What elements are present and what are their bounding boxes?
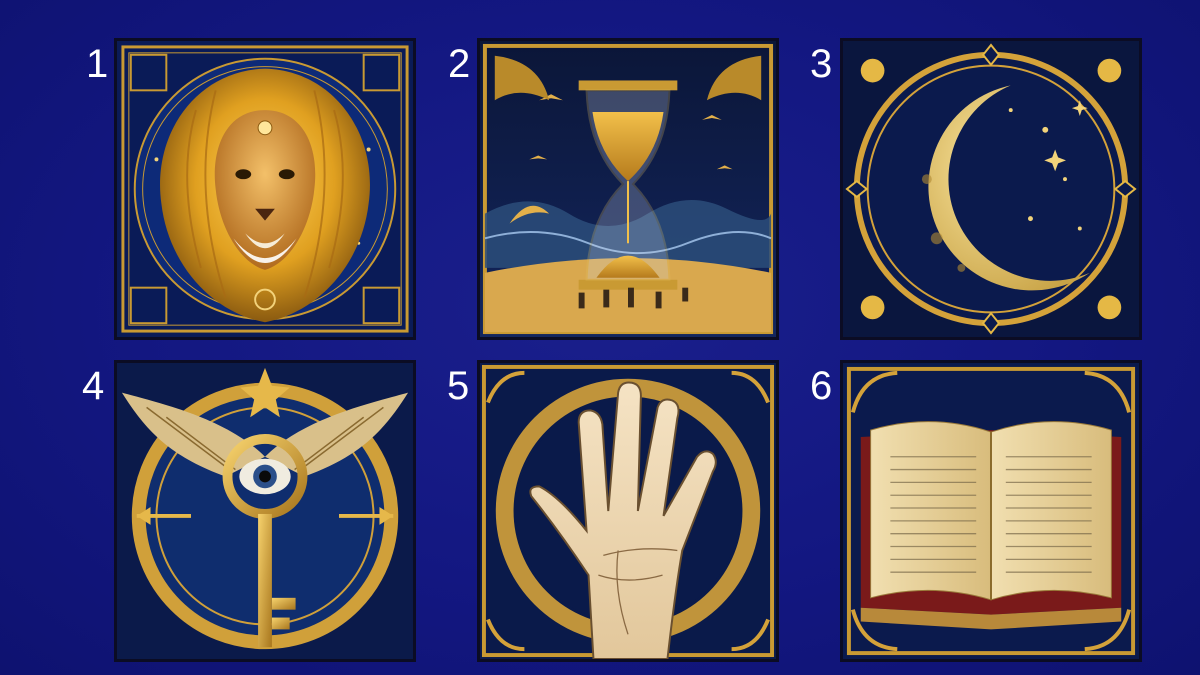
card-number-1: 1 <box>86 42 109 86</box>
card-number-2: 2 <box>448 42 471 86</box>
hand-illustration <box>480 363 776 659</box>
card-number-5: 5 <box>447 364 470 408</box>
hourglass-illustration <box>480 41 776 337</box>
lion-illustration <box>117 41 413 337</box>
card-number-6: 6 <box>810 364 833 408</box>
book-illustration <box>843 363 1139 659</box>
key-illustration <box>117 363 413 659</box>
card-hourglass[interactable] <box>477 38 779 340</box>
moon-illustration <box>843 41 1139 337</box>
card-number-3: 3 <box>810 42 833 86</box>
card-open-book[interactable] <box>840 360 1142 662</box>
card-palm[interactable] <box>477 360 779 662</box>
card-crescent-moon[interactable] <box>840 38 1142 340</box>
card-lion[interactable] <box>114 38 416 340</box>
card-number-4: 4 <box>82 364 105 408</box>
card-winged-key[interactable] <box>114 360 416 662</box>
